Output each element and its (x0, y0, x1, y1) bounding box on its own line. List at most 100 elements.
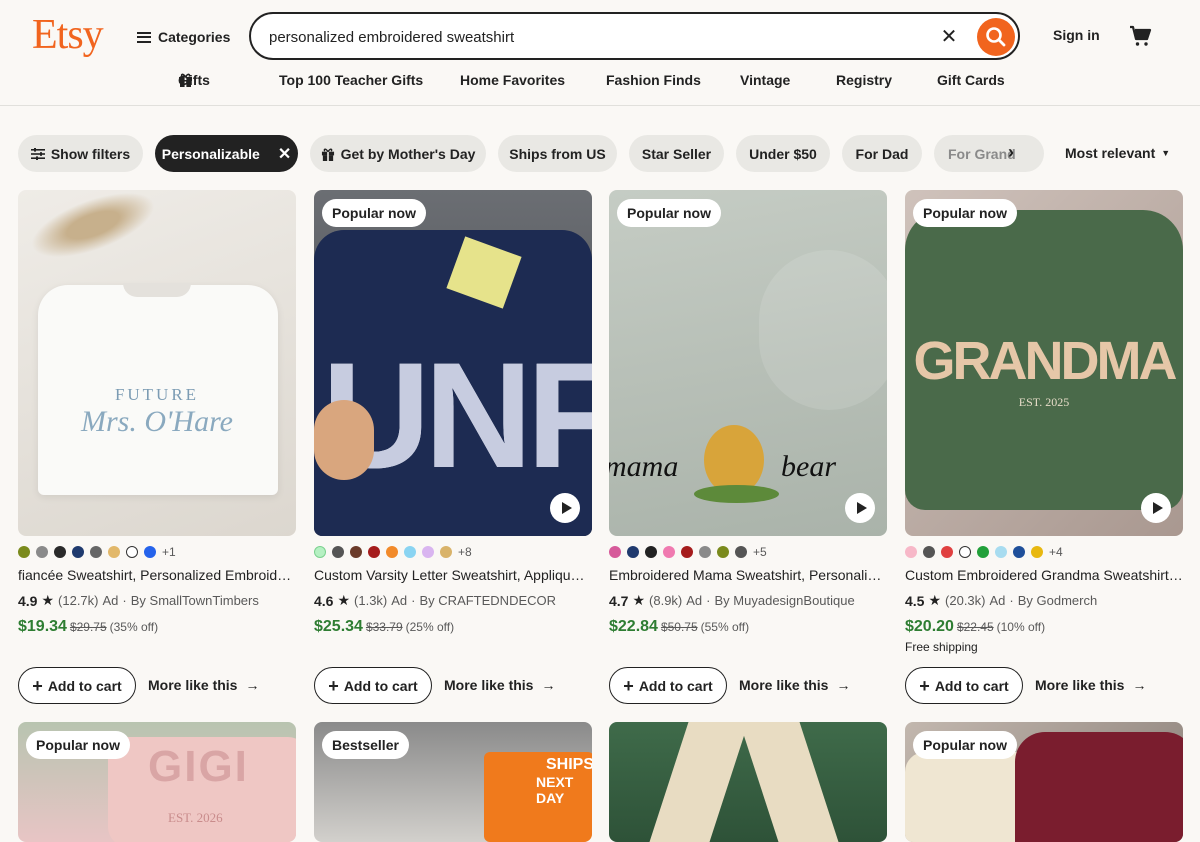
arrow-right-icon: → (1132, 677, 1147, 693)
plus-icon: + (32, 675, 43, 696)
product-card[interactable]: GIGI EST. 2026 Popular now (18, 722, 296, 842)
more-like-this-link[interactable]: More like this → (444, 677, 555, 693)
product-title[interactable]: Custom Embroidered Grandma Sweatshirt, P… (905, 567, 1183, 583)
img-text: EST. 2025 (1018, 395, 1070, 409)
more-like-this-link[interactable]: More like this → (739, 677, 850, 693)
free-shipping-label: Free shipping (905, 640, 978, 654)
etsy-logo[interactable]: Etsy (32, 11, 104, 59)
cart-icon[interactable] (1128, 24, 1152, 48)
nav-gifts-label: Gifts (178, 72, 210, 88)
chip-mothers-day-label: Get by Mother's Day (340, 145, 476, 162)
nav-home-favorites[interactable]: Home Favorites (460, 72, 565, 88)
product-title[interactable]: fiancée Sweatshirt, Personalized Embroid… (18, 567, 296, 583)
star-icon: ★ (41, 592, 55, 608)
seller-name[interactable]: By MuyadesignBoutique (715, 593, 855, 608)
product-card[interactable]: Popular now (905, 722, 1183, 842)
product-image[interactable] (609, 722, 887, 842)
show-filters-button[interactable]: Show filters (18, 135, 143, 172)
add-to-cart-button[interactable]: + Add to cart (314, 667, 432, 704)
add-to-cart-button[interactable]: + Add to cart (609, 667, 727, 704)
color-swatches: +8 (314, 545, 472, 559)
chip-ships-from-us[interactable]: Ships from US (498, 135, 617, 172)
product-image[interactable]: GRANDMA EST. 2025 Popular now (905, 190, 1183, 536)
chip-personalizable-label: Personalizable (161, 145, 260, 162)
nav-gift-cards[interactable]: Gift Cards (937, 72, 1005, 88)
sign-in-link[interactable]: Sign in (1053, 27, 1100, 43)
sort-dropdown[interactable]: Most relevant ▼ (1065, 145, 1170, 161)
product-title[interactable]: Custom Varsity Letter Sweatshirt, Appliq… (314, 567, 592, 583)
search-icon (986, 27, 1006, 47)
clear-search-icon[interactable]: ✕ (939, 27, 959, 47)
chip-personalizable[interactable]: Personalizable ✕ (155, 135, 298, 172)
show-filters-label: Show filters (50, 145, 131, 162)
search-button[interactable] (977, 18, 1015, 56)
nav-fashion-finds[interactable]: Fashion Finds (606, 72, 701, 88)
add-to-cart-button[interactable]: + Add to cart (18, 667, 136, 704)
img-text: SHIPS (546, 756, 592, 773)
more-colors: +4 (1049, 545, 1063, 559)
seller-name[interactable]: By SmallTownTimbers (131, 593, 259, 608)
img-text: NEXT DAY (536, 774, 574, 806)
nav-gifts[interactable]: Gifts (178, 72, 210, 88)
product-badge: Popular now (322, 199, 426, 227)
product-image[interactable]: SHIPS NEXT DAY Bestseller (314, 722, 592, 842)
menu-icon (137, 31, 151, 43)
gift-icon (321, 147, 334, 161)
star-icon: ★ (632, 592, 646, 608)
header: Etsy Categories ✕ Sign in Gifts Top 100 … (0, 0, 1200, 106)
product-badge: Popular now (913, 199, 1017, 227)
color-swatches: +4 (905, 545, 1063, 559)
rating: 4.6 ★ (1.3k) Ad · By CRAFTEDNDECOR (314, 592, 557, 609)
img-text: EST. 2026 (168, 810, 223, 825)
price: $25.34 $33.79 (25% off) (314, 618, 455, 635)
product-card[interactable] (609, 722, 887, 842)
remove-filter-icon[interactable]: ✕ (278, 144, 291, 164)
img-text: GRANDMA (913, 331, 1178, 391)
more-colors: +5 (753, 545, 767, 559)
seller-name[interactable]: By CRAFTEDNDECOR (420, 593, 557, 608)
arrow-right-icon: → (541, 677, 556, 693)
chip-mothers-day[interactable]: Get by Mother's Day (310, 135, 486, 172)
arrow-right-icon: → (836, 677, 851, 693)
filter-icon (30, 147, 45, 160)
scroll-right-icon[interactable]: › (1008, 142, 1014, 163)
product-image[interactable]: Popular now (905, 722, 1183, 842)
star-icon: ★ (928, 592, 942, 608)
img-text: mama (609, 450, 679, 483)
nav-vintage[interactable]: Vintage (740, 72, 790, 88)
plus-icon: + (919, 675, 930, 696)
product-card[interactable]: SHIPS NEXT DAY Bestseller (314, 722, 592, 842)
product-badge: Bestseller (322, 731, 409, 759)
arrow-right-icon: → (245, 677, 260, 693)
star-icon: ★ (337, 592, 351, 608)
chip-for-dad[interactable]: For Dad (842, 135, 922, 172)
product-image[interactable]: GIGI EST. 2026 Popular now (18, 722, 296, 842)
rating: 4.7 ★ (8.9k) Ad · By MuyadesignBoutique (609, 592, 855, 609)
more-colors: +8 (458, 545, 472, 559)
category-nav: Gifts Top 100 Teacher Gifts Home Favorit… (0, 72, 1200, 94)
play-video-icon[interactable] (1141, 493, 1171, 523)
img-text: bear (781, 450, 836, 483)
play-video-icon[interactable] (550, 493, 580, 523)
search-input[interactable] (269, 25, 909, 49)
chip-star-seller[interactable]: Star Seller (629, 135, 724, 172)
play-video-icon[interactable] (845, 493, 875, 523)
categories-button[interactable]: Categories (137, 26, 230, 48)
product-image[interactable]: FUTURE Mrs. O'Hare (18, 190, 296, 536)
seller-name[interactable]: By Godmerch (1018, 593, 1097, 608)
product-image[interactable]: UNF Popular now (314, 190, 592, 536)
nav-registry[interactable]: Registry (836, 72, 892, 88)
nav-teacher-gifts[interactable]: Top 100 Teacher Gifts (279, 72, 423, 88)
img-text: Mrs. O'Hare (81, 405, 233, 438)
chip-under-50[interactable]: Under $50 (736, 135, 830, 172)
product-title[interactable]: Embroidered Mama Sweatshirt, Personalize… (609, 567, 887, 583)
price: $20.20 $22.45 (10% off) (905, 618, 1046, 635)
chip-for-grand[interactable]: For Grand (934, 135, 1044, 172)
plus-icon: + (623, 675, 634, 696)
product-image[interactable]: mama bear Popular now (609, 190, 887, 536)
categories-label: Categories (158, 29, 231, 45)
plus-icon: + (328, 675, 339, 696)
more-like-this-link[interactable]: More like this → (1035, 677, 1146, 693)
add-to-cart-button[interactable]: + Add to cart (905, 667, 1023, 704)
more-like-this-link[interactable]: More like this → (148, 677, 259, 693)
